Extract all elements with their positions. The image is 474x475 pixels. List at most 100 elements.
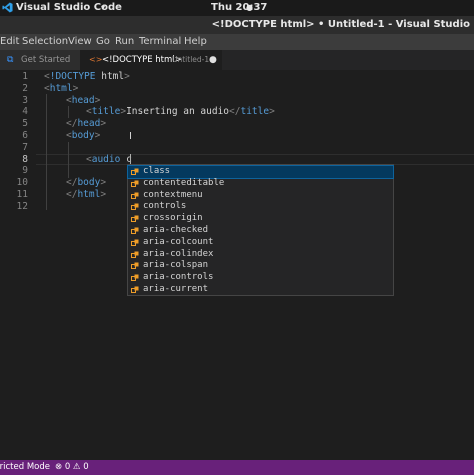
- suggestion-label: aria-current: [143, 284, 209, 294]
- restricted-mode-label: tricted Mode: [0, 462, 50, 472]
- autocomplete-suggest-list: class contenteditable contextmenu contro…: [127, 164, 394, 296]
- token: >: [94, 94, 101, 106]
- line-number: 12: [16, 200, 28, 212]
- system-top-bar: Visual Studio Code ▾ Thu 20:37 ●: [0, 0, 474, 16]
- menu-selection[interactable]: Selection: [22, 34, 68, 50]
- suggestion-label: crossorigin: [143, 213, 203, 224]
- code-line-3: <head>: [66, 95, 100, 107]
- suggestion-label: controls: [143, 201, 187, 212]
- token: </: [66, 177, 78, 189]
- suggestion-item[interactable]: crossorigin: [128, 213, 393, 225]
- window-title: <!DOCTYPE html> • Untitled-1 - Visual St…: [211, 19, 470, 30]
- suggestion-item[interactable]: aria-controls: [128, 272, 393, 284]
- token: html: [49, 82, 73, 94]
- menu-run[interactable]: Run: [115, 34, 134, 50]
- token: audio: [91, 153, 121, 165]
- property-icon: [131, 192, 139, 199]
- token: </: [229, 106, 241, 118]
- suggestion-item[interactable]: contenteditable: [128, 178, 393, 190]
- code-line-11: </html>: [66, 189, 106, 201]
- indent-guide: [68, 142, 69, 178]
- suggestion-item[interactable]: aria-colspan: [128, 260, 393, 272]
- token: >: [94, 130, 101, 141]
- suggestion-label: aria-checked: [143, 225, 209, 235]
- property-icon: [131, 203, 139, 211]
- line-number-gutter: 1 2 3 4 5 6 7 8 9 10 11 12: [0, 70, 36, 460]
- indent-guide: [46, 94, 47, 210]
- token: html: [95, 71, 125, 82]
- suggestion-label: contenteditable: [143, 177, 225, 188]
- status-bar: tricted Mode ⊗ 0 ⚠ 0: [0, 460, 474, 475]
- menu-help[interactable]: Help: [184, 34, 207, 50]
- tab-get-started[interactable]: ⧉ Get Started: [0, 50, 80, 70]
- property-icon: [131, 274, 139, 282]
- property-icon: [131, 262, 139, 270]
- line-number: 3: [22, 94, 28, 106]
- suggestion-label: contextmenu: [143, 189, 203, 200]
- line-number: 7: [22, 141, 28, 153]
- window-title-bar: <!DOCTYPE html> • Untitled-1 - Visual St…: [0, 16, 474, 34]
- unsaved-dot-icon[interactable]: ●: [209, 50, 217, 70]
- token: !DOCTYPE: [49, 71, 96, 82]
- suggestion-label: aria-colindex: [143, 248, 214, 259]
- code-line-10: </body>: [66, 177, 106, 189]
- suggestion-label: aria-colspan: [143, 260, 209, 271]
- line-number: 2: [22, 82, 28, 94]
- line-number: 11: [16, 189, 28, 200]
- code-line-4: <title>Inserting an audio</title>: [86, 106, 275, 118]
- code-line-5: </head>: [66, 118, 106, 130]
- menu-terminal[interactable]: Terminal: [139, 34, 181, 50]
- token: head: [71, 94, 95, 106]
- property-icon: [131, 251, 139, 258]
- token: Inserting an audio: [126, 106, 230, 118]
- tab-untitled-1[interactable]: <> <!DOCTYPE html> Untitled-1 ●: [80, 50, 222, 70]
- line-number: 10: [16, 177, 28, 189]
- html-icon: <>: [89, 55, 103, 64]
- token: title: [240, 106, 270, 118]
- suggestion-item[interactable]: aria-checked: [128, 225, 393, 237]
- problems-indicator[interactable]: ⊗ 0 ⚠ 0: [55, 460, 89, 475]
- token: >: [100, 177, 107, 189]
- restricted-mode-indicator[interactable]: tricted Mode: [0, 460, 50, 475]
- indent-guide: [68, 106, 69, 118]
- screen: Visual Studio Code ▾ Thu 20:37 ● <!DOCTY…: [0, 0, 474, 475]
- suggestion-item[interactable]: contextmenu: [128, 190, 393, 202]
- line-number: 6: [22, 130, 28, 141]
- property-icon: [131, 168, 139, 175]
- token: body: [77, 177, 101, 189]
- tab-label: <!DOCTYPE html>: [102, 55, 182, 65]
- line-number: 4: [22, 106, 28, 118]
- app-name-menu[interactable]: Visual Studio Code: [16, 0, 122, 16]
- menu-bar: Edit Selection View Go Run Terminal Help: [0, 34, 474, 50]
- code-line-2: <html>: [44, 83, 78, 95]
- editor-tab-bar: ⧉ Get Started <> <!DOCTYPE html> Untitle…: [0, 50, 474, 70]
- line-number: 5: [22, 118, 28, 130]
- menu-go[interactable]: Go: [96, 34, 110, 50]
- suggestion-item[interactable]: controls: [128, 201, 393, 213]
- menu-edit[interactable]: Edit: [0, 34, 19, 50]
- code-line-1: <!DOCTYPE html>: [44, 71, 130, 83]
- code-line-6: <body>: [66, 130, 100, 142]
- chevron-down-icon[interactable]: ▾: [101, 0, 105, 16]
- token: </: [66, 189, 78, 200]
- menu-view[interactable]: View: [68, 34, 92, 50]
- suggestion-item[interactable]: aria-current: [128, 284, 393, 296]
- token: >: [100, 118, 107, 130]
- token: head: [77, 118, 101, 130]
- token: </: [66, 118, 78, 130]
- property-icon: [131, 215, 139, 223]
- token: >: [269, 106, 275, 118]
- mouse-ibeam-cursor: I: [129, 131, 132, 142]
- vscode-icon: ⧉: [7, 55, 14, 65]
- code-line-8: <audio c: [86, 154, 132, 166]
- suggestion-label: class: [143, 166, 171, 176]
- suggestion-item[interactable]: aria-colcount: [128, 237, 393, 249]
- clock[interactable]: Thu 20:37: [211, 0, 267, 16]
- property-icon: [131, 239, 139, 246]
- suggestion-item[interactable]: class: [127, 165, 394, 179]
- token: title: [91, 106, 121, 118]
- suggestion-item[interactable]: aria-colindex: [128, 249, 393, 261]
- vscode-icon[interactable]: [2, 2, 13, 13]
- line-number: 9: [22, 165, 28, 177]
- token: html: [77, 189, 101, 200]
